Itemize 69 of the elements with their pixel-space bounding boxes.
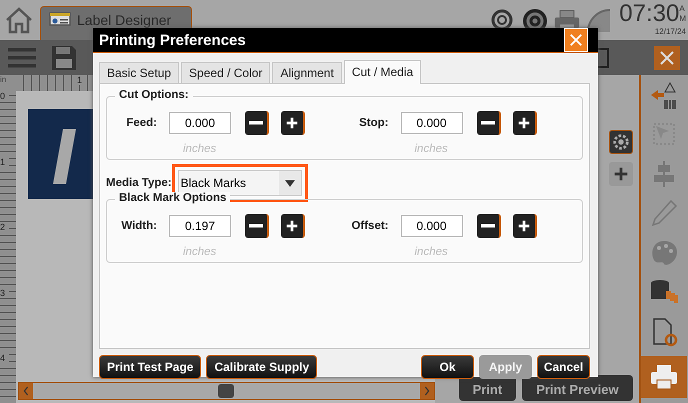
group-title: Black Mark Options	[115, 192, 230, 204]
dialog-button[interactable]: Print Test Page	[99, 355, 202, 379]
preview-button[interactable]: Print Preview	[522, 375, 633, 401]
label-icon	[49, 12, 71, 26]
plus-icon	[285, 115, 299, 131]
settings-button[interactable]	[608, 130, 633, 154]
dialog-button[interactable]: Cancel	[537, 355, 590, 379]
am-pm-letter: M	[679, 14, 686, 24]
number-field[interactable]: 0.000	[400, 215, 462, 237]
save-icon[interactable]	[50, 44, 78, 70]
field-label: Offset:	[350, 220, 388, 232]
tab[interactable]: Cut / Media	[344, 60, 422, 84]
minus-icon	[480, 121, 494, 125]
tab[interactable]: Speed / Color	[181, 62, 270, 83]
unit-label: inches	[414, 143, 449, 155]
ruler-number: 4	[0, 353, 9, 363]
minus-button[interactable]	[476, 214, 500, 238]
print-button[interactable]	[641, 356, 688, 398]
dropdown-arrow-icon	[284, 180, 295, 186]
ruler-number: 1	[0, 156, 9, 166]
unit-label: inches	[183, 143, 218, 155]
settings-icon	[612, 133, 630, 151]
plus-button[interactable]	[512, 111, 536, 135]
unit-label: inches	[414, 246, 449, 258]
clock-date: 12/17/24	[654, 27, 686, 36]
close-button[interactable]	[654, 46, 680, 70]
plus-button[interactable]	[281, 214, 305, 238]
chevron-right-icon	[422, 385, 431, 397]
scroll-right-button[interactable]	[420, 383, 434, 399]
field-label: Stop:	[358, 117, 388, 129]
printer-icon	[649, 362, 680, 392]
minus-icon	[249, 224, 263, 228]
scroll-left-button[interactable]	[19, 383, 33, 399]
chevron-left-icon	[22, 385, 30, 397]
plus-icon	[285, 218, 299, 234]
plus-button[interactable]	[281, 111, 305, 135]
number-field[interactable]: 0.000	[169, 112, 231, 134]
plus-button[interactable]	[512, 214, 536, 238]
home-icon[interactable]	[4, 5, 34, 35]
ruler-number: 2	[0, 222, 9, 232]
minus-button[interactable]	[245, 111, 269, 135]
field-label: Feed:	[125, 117, 157, 129]
number-field[interactable]: 0.197	[169, 215, 231, 237]
scroll-thumb[interactable]	[218, 384, 234, 398]
tab[interactable]: Basic Setup	[99, 62, 180, 83]
field-label: Media Type:	[106, 177, 172, 189]
dialog-button[interactable]: Ok	[421, 355, 474, 379]
tab[interactable]: Alignment	[272, 62, 342, 83]
minus-button[interactable]	[476, 111, 500, 135]
number-field[interactable]: 0.000	[400, 112, 462, 134]
unit-label: inches	[183, 246, 218, 258]
ruler-number: 0	[0, 91, 9, 101]
minus-icon	[480, 224, 494, 228]
close-icon	[569, 33, 583, 47]
plus-icon	[612, 165, 630, 183]
plus-icon	[516, 115, 530, 131]
ruler-number: 1	[76, 75, 84, 85]
horizontal-scrollbar[interactable]	[18, 382, 435, 400]
field-label: Width:	[120, 220, 157, 232]
minus-button[interactable]	[245, 214, 269, 238]
am-pm-letter: A	[679, 4, 686, 14]
minus-icon	[249, 121, 263, 125]
ruler-number: 3	[0, 288, 9, 298]
dialog-button[interactable]: Calibrate Supply	[206, 355, 318, 379]
group-title: Cut Options:	[115, 89, 193, 101]
plus-icon	[516, 218, 530, 234]
close-icon	[658, 50, 676, 66]
clock-time: 07:30	[619, 1, 680, 27]
ruler-unit: in	[0, 75, 6, 84]
